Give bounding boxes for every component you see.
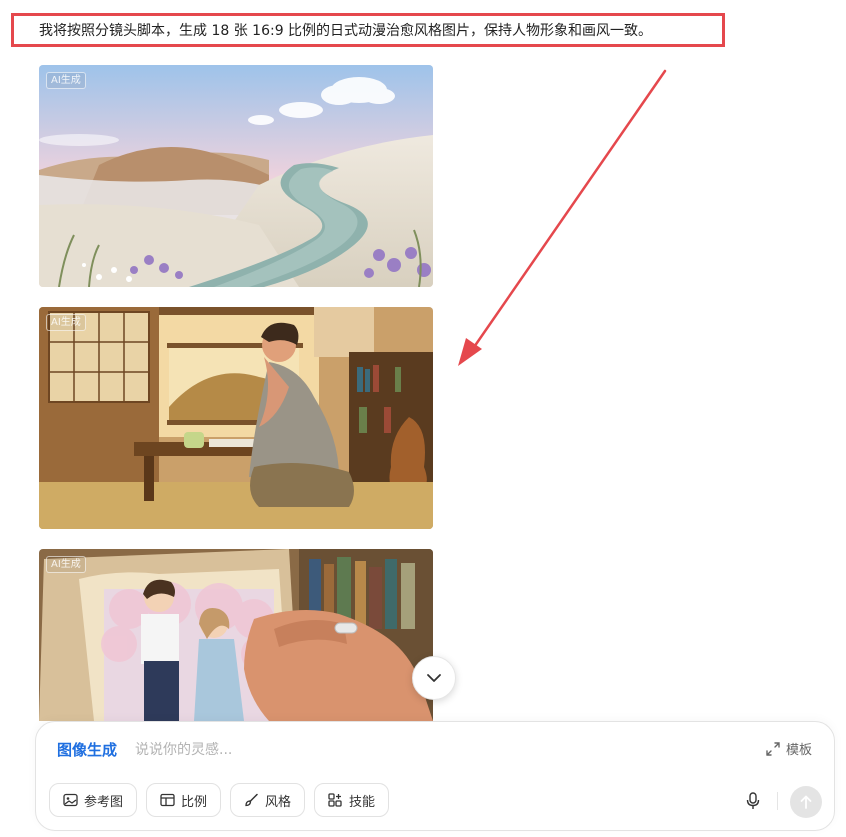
expand-icon (766, 741, 780, 756)
ai-generated-tag: AI生成 (46, 314, 86, 331)
style-button[interactable]: 风格 (230, 783, 306, 817)
man-at-table-illustration (39, 307, 433, 529)
ratio-icon (160, 793, 175, 807)
template-button[interactable]: 模板 (766, 739, 812, 758)
reference-image-label: 参考图 (84, 794, 124, 810)
prompt-input[interactable] (133, 734, 637, 766)
ratio-button[interactable]: 比例 (146, 783, 222, 817)
message-highlight-box: 我将按照分镜头脚本，生成 18 张 16:9 比例的日式动漫治愈风格图片，保持人… (11, 13, 725, 47)
generated-image-1[interactable]: AI生成 (39, 65, 433, 287)
chevron-down-icon (427, 674, 441, 682)
ai-generated-tag: AI生成 (46, 72, 86, 89)
microphone-icon (746, 792, 760, 809)
microphone-button[interactable] (743, 791, 763, 811)
arrow-up-icon (800, 795, 812, 809)
image-icon (63, 793, 78, 807)
generated-image-2[interactable]: AI生成 (39, 307, 433, 529)
tool-row: 参考图 比例 风格 技能 (49, 783, 390, 817)
ratio-label: 比例 (181, 794, 208, 810)
skills-icon (328, 793, 342, 807)
mode-label[interactable]: 图像生成 (57, 739, 117, 760)
scroll-down-button[interactable] (412, 656, 456, 700)
generated-image-3[interactable]: AI生成 (39, 549, 433, 721)
template-label: 模板 (785, 743, 812, 758)
ai-generated-tag: AI生成 (46, 556, 86, 573)
photo-album-illustration (39, 549, 433, 721)
message-text: 我将按照分镜头脚本，生成 18 张 16:9 比例的日式动漫治愈风格图片，保持人… (39, 23, 653, 39)
skills-button[interactable]: 技能 (314, 783, 390, 817)
landscape-illustration (39, 65, 433, 287)
composer-panel: 图像生成 模板 参考图 比例 风格 (35, 721, 835, 831)
style-label: 风格 (265, 794, 292, 810)
send-button[interactable] (790, 786, 822, 818)
brush-icon (245, 793, 258, 807)
reference-image-button[interactable]: 参考图 (49, 783, 138, 817)
divider (777, 792, 778, 810)
skills-label: 技能 (349, 794, 376, 810)
